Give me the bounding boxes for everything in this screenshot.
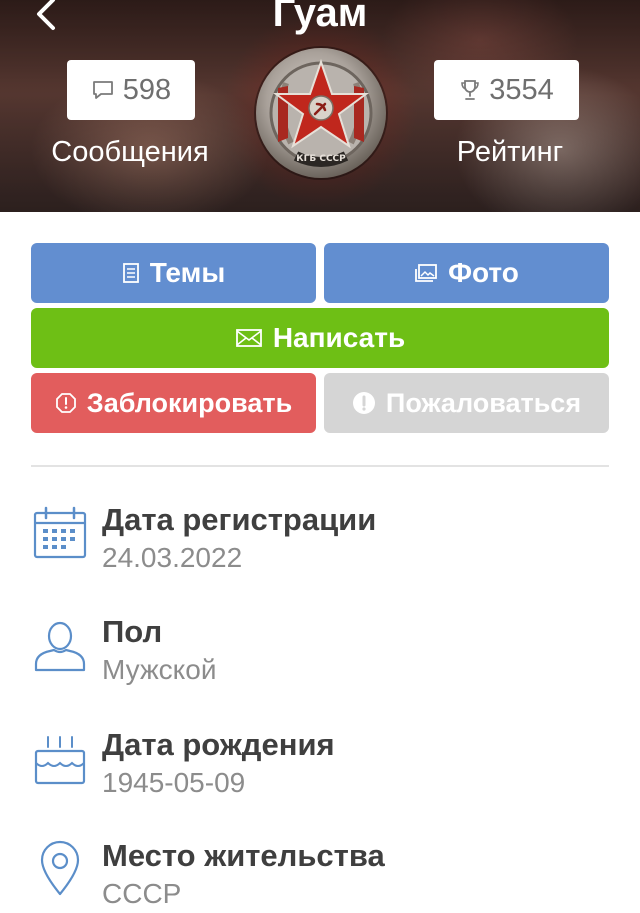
write-message-button[interactable]: Написать <box>31 308 609 368</box>
birth-date-value: 1945-05-09 <box>102 767 246 798</box>
trophy-icon <box>461 80 480 100</box>
svg-text:КГБ СССР: КГБ СССР <box>296 154 346 164</box>
rating-count-box[interactable]: 3554 <box>434 60 579 120</box>
location-pin-icon <box>40 840 80 896</box>
write-button-label: Написать <box>272 322 406 353</box>
page-title: Гуам <box>272 0 368 35</box>
block-icon <box>55 393 76 413</box>
block-button-label: Заблокировать <box>86 387 293 418</box>
registration-date-row: Дата регистрации 24.03.2022 <box>0 500 640 600</box>
photo-button-label: Фото <box>448 257 519 288</box>
messages-label: Сообщения <box>51 136 209 168</box>
location-label: Место жительства <box>102 838 385 873</box>
gender-label: Пол <box>102 614 163 649</box>
gender-value: Мужской <box>102 654 217 685</box>
profile-header: Гуам 598 Сообщения КГБ СССР 3554 Рейтинг <box>0 0 640 212</box>
topics-button[interactable]: Темы <box>31 243 316 303</box>
birth-date-label: Дата рождения <box>102 727 335 762</box>
block-user-button[interactable]: Заблокировать <box>31 373 316 433</box>
exclamation-icon <box>352 392 375 414</box>
cake-icon <box>34 736 86 785</box>
rating-label: Рейтинг <box>456 136 564 168</box>
person-icon <box>34 621 86 672</box>
rating-count: 3554 <box>489 73 554 106</box>
messages-count: 598 <box>122 73 172 106</box>
photo-button[interactable]: Фото <box>324 243 609 303</box>
envelope-icon <box>235 329 262 347</box>
location-row: Место жительства СССР <box>0 836 640 913</box>
document-icon <box>122 263 139 283</box>
registration-date-value: 24.03.2022 <box>102 542 243 573</box>
gender-row: Пол Мужской <box>0 612 640 712</box>
birth-date-row: Дата рождения 1945-05-09 <box>0 725 640 825</box>
topics-button-label: Темы <box>149 257 226 288</box>
divider <box>31 465 609 467</box>
report-user-button[interactable]: Пожаловаться <box>324 373 609 433</box>
calendar-icon <box>33 506 87 559</box>
speech-bubble-icon <box>92 81 113 99</box>
messages-count-box[interactable]: 598 <box>67 60 195 120</box>
avatar[interactable]: КГБ СССР <box>256 48 386 178</box>
image-icon <box>415 264 438 282</box>
report-button-label: Пожаловаться <box>385 387 582 418</box>
kgb-badge-image: КГБ СССР <box>269 58 373 167</box>
registration-date-label: Дата регистрации <box>102 502 377 537</box>
location-value: СССР <box>102 878 182 909</box>
